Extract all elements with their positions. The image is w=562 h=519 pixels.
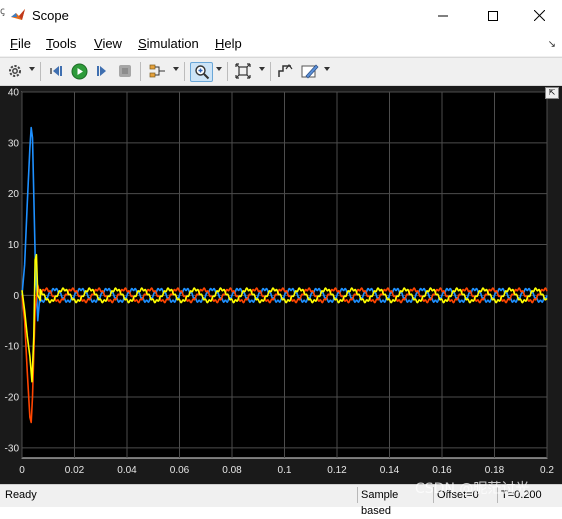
toolbar-separator — [40, 62, 41, 81]
maximize-button[interactable] — [470, 0, 516, 31]
menu-file[interactable]: File — [10, 36, 31, 51]
y-tick-label: 20 — [8, 189, 20, 200]
y-tick-label: -20 — [5, 393, 20, 404]
window-title: Scope — [32, 8, 69, 23]
x-tick-label: 0.1 — [278, 465, 292, 476]
y-tick-label: 30 — [8, 138, 20, 149]
menu-bar: File Tools View Simulation Help ↘ — [0, 31, 562, 56]
matlab-logo-icon — [11, 9, 25, 20]
status-offset: Offset=0 — [433, 487, 497, 503]
step-forward-button[interactable] — [93, 62, 111, 80]
style-icon — [301, 64, 319, 79]
x-tick-label: 0.16 — [432, 465, 452, 476]
corner-mark-icon: ꞔ — [0, 6, 5, 17]
zoom-icon — [194, 65, 209, 80]
x-tick-label: 0.02 — [65, 465, 85, 476]
y-tick-label: 10 — [8, 240, 20, 251]
x-tick-label: 0.18 — [485, 465, 505, 476]
x-tick-label: 0.04 — [117, 465, 137, 476]
menu-view[interactable]: View — [94, 36, 122, 51]
zoom-dropdown-icon[interactable] — [216, 67, 222, 71]
signal-select-button[interactable] — [148, 62, 168, 80]
toolbar-separator — [184, 62, 185, 81]
status-ready: Ready — [5, 489, 37, 501]
title-bar: ꞔ Scope — [0, 0, 562, 31]
x-tick-label: 0.08 — [222, 465, 242, 476]
maximize-icon — [488, 10, 498, 21]
close-button[interactable] — [516, 0, 562, 31]
triggers-button[interactable] — [276, 62, 294, 80]
scope-window: ꞔ Scope File Tools View Simulation Help … — [0, 0, 562, 517]
menu-tools[interactable]: Tools — [46, 36, 76, 51]
step-back-icon — [50, 66, 62, 76]
settings-button[interactable] — [6, 62, 24, 80]
status-bar: Ready Sample based Offset=0 T=0.200 — [0, 484, 562, 517]
minimize-button[interactable] — [420, 0, 466, 31]
settings-dropdown-icon[interactable] — [29, 67, 35, 71]
y-tick-label: 0 — [13, 291, 19, 302]
style-dropdown-icon[interactable] — [324, 67, 330, 71]
x-tick-label: 0.06 — [170, 465, 190, 476]
toolbar — [0, 57, 562, 86]
y-tick-label: -30 — [5, 443, 20, 454]
restore-layout-icon[interactable]: ⇱ — [545, 87, 559, 99]
style-button[interactable] — [300, 62, 320, 80]
menu-simulation[interactable]: Simulation — [138, 36, 199, 51]
autoscale-icon — [235, 63, 251, 79]
signal-select-dropdown-icon[interactable] — [173, 67, 179, 71]
stop-button[interactable] — [116, 62, 134, 80]
settings-icon — [9, 65, 21, 77]
zoom-button[interactable] — [190, 62, 213, 82]
toolbar-separator — [270, 62, 271, 81]
close-icon — [533, 10, 545, 21]
x-tick-label: 0.2 — [540, 465, 554, 476]
autoscale-dropdown-icon[interactable] — [259, 67, 265, 71]
y-tick-label: 40 — [8, 88, 20, 99]
status-time: T=0.200 — [497, 487, 561, 503]
run-button[interactable] — [70, 62, 88, 80]
x-tick-label: 0 — [19, 465, 25, 476]
triggers-icon — [278, 64, 293, 77]
status-sample-based: Sample based — [357, 487, 431, 517]
stop-icon — [119, 65, 131, 77]
toolbar-separator — [227, 62, 228, 81]
step-back-button[interactable] — [48, 62, 66, 80]
minimize-icon — [438, 15, 448, 16]
scope-display[interactable]: 0 0.02 0.04 0.06 0.08 0.1 0.12 0.14 0.16 0.18 0.2 -… — [0, 86, 562, 484]
run-icon — [71, 63, 87, 79]
dock-arrow-icon[interactable]: ↘ — [548, 39, 556, 50]
step-forward-icon — [97, 66, 106, 76]
autoscale-button[interactable] — [234, 62, 252, 80]
menu-help[interactable]: Help — [215, 36, 242, 51]
y-tick-label: -10 — [5, 342, 20, 353]
scope-chart[interactable]: 0 0.02 0.04 0.06 0.08 0.1 0.12 0.14 0.16 0.18 0.2 -… — [0, 86, 562, 484]
toolbar-separator — [140, 62, 141, 81]
x-tick-label: 0.12 — [327, 465, 347, 476]
x-tick-label: 0.14 — [380, 465, 400, 476]
signal-select-icon — [149, 64, 165, 78]
